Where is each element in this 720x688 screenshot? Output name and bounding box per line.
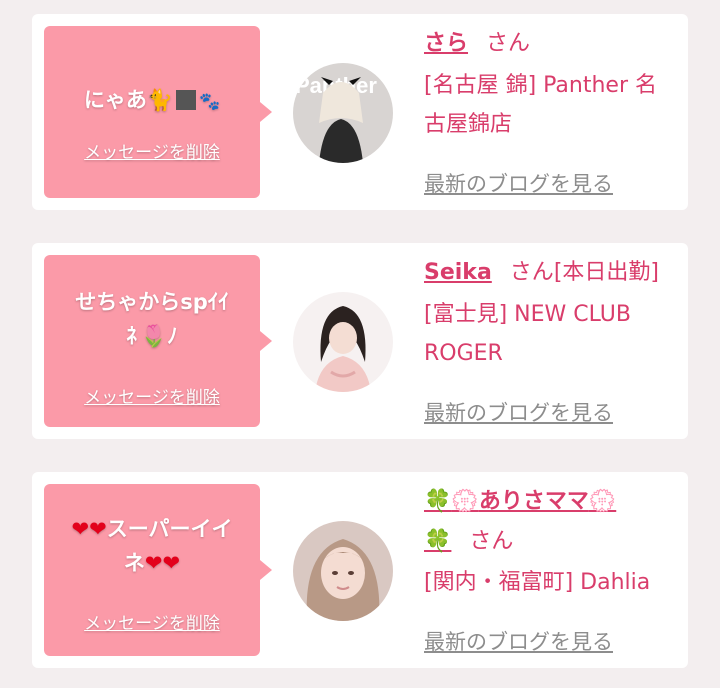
message-line-1: ❤❤スーパーイイ — [54, 512, 250, 546]
latest-blog-link[interactable]: 最新のブログを見る — [424, 397, 613, 427]
store-line-1: [名古屋 錦] Panther 名 — [424, 73, 657, 98]
name-link[interactable]: Seika — [424, 260, 492, 285]
cat-face-emoji-icon: 🐈 — [146, 88, 173, 112]
avatar[interactable] — [293, 521, 393, 621]
message-line-1-text: スーパーイイ — [106, 517, 233, 541]
message-line-1: せちゃからspｲｲ — [75, 290, 229, 314]
store-line-1: [富士見] NEW CLUB — [424, 302, 631, 327]
honorific: さん — [509, 260, 554, 285]
name-text: ありさママ — [478, 489, 589, 514]
red-heart-emoji-icon: ❤ — [144, 551, 163, 575]
message-card: ❤❤スーパーイイ ネ❤❤ メッセージを削除 🍀💮ありさママ💮 🍀 さん [関内・福… — [32, 472, 688, 668]
red-heart-emoji-icon: ❤ — [162, 551, 181, 575]
latest-blog-link[interactable]: 最新のブログを見る — [424, 168, 613, 198]
name-row: Seika さん[本日出勤] — [424, 256, 659, 290]
tulip-emoji-icon: 🌷 — [140, 324, 168, 348]
red-heart-emoji-icon: ❤ — [71, 517, 90, 541]
message-text: ❤❤スーパーイイ ネ❤❤ — [54, 512, 250, 580]
clover-icon: 🍀 — [424, 529, 452, 554]
honorific: さん — [486, 31, 531, 56]
name-row: 🍀💮ありさママ💮 — [424, 485, 616, 519]
message-line-2: ﾈ 🌷ﾉ — [54, 319, 250, 353]
message-text: にゃあ🐈 🐾 — [54, 83, 250, 119]
attendance-tag: [本日出勤] — [553, 260, 659, 285]
black-square-emoji-icon — [175, 90, 196, 110]
sparkle-stroke-icon: ﾉ — [167, 324, 178, 348]
delete-message-link[interactable]: メッセージを削除 — [44, 609, 260, 634]
message-bubble: にゃあ🐈 🐾 メッセージを削除 — [44, 26, 272, 198]
latest-blog-link[interactable]: 最新のブログを見る — [424, 626, 613, 656]
store-line-2: 古屋錦店 — [424, 112, 513, 137]
message-card: せちゃからspｲｲ ﾈ 🌷ﾉ メッセージを削除 Seika さん[本日出勤] [富士… — [32, 243, 688, 439]
message-text: せちゃからspｲｲ ﾈ 🌷ﾉ — [54, 285, 250, 353]
message-line-2-text: ネ — [123, 551, 145, 575]
message-body: にゃあ — [83, 88, 147, 112]
name-row-2: 🍀 さん — [424, 525, 513, 559]
avatar[interactable]: Panther — [293, 63, 393, 163]
clover-icon: 🍀 — [424, 489, 452, 514]
white-flower-icon: 💮 — [588, 489, 617, 514]
message-line-2: ネ❤❤ — [54, 546, 250, 580]
store-line-2: ROGER — [424, 341, 503, 366]
message-bubble: せちゃからspｲｲ ﾈ 🌷ﾉ メッセージを削除 — [44, 255, 272, 427]
paw-prints-emoji-icon: 🐾 — [198, 92, 221, 112]
name-link[interactable]: 🍀💮ありさママ💮 — [424, 489, 616, 514]
message-card: にゃあ🐈 🐾 メッセージを削除 Panther さらさん [名古屋 錦] Pant… — [32, 14, 688, 210]
red-heart-emoji-icon: ❤ — [89, 517, 107, 541]
delete-message-link[interactable]: メッセージを削除 — [44, 383, 260, 408]
honorific: さん — [469, 529, 514, 554]
name-link-continued[interactable]: 🍀 — [424, 529, 451, 554]
name-row: さら さん — [424, 27, 530, 61]
message-line-2-text: ﾈ — [126, 324, 137, 348]
store-line-1: [関内・福富町] Dahlia — [424, 570, 651, 595]
avatar[interactable] — [293, 292, 393, 392]
message-bubble: ❤❤スーパーイイ ネ❤❤ メッセージを削除 — [44, 484, 272, 656]
name-link[interactable]: さら — [424, 31, 468, 56]
delete-message-link[interactable]: メッセージを削除 — [44, 138, 260, 163]
white-flower-icon: 💮 — [451, 489, 479, 514]
